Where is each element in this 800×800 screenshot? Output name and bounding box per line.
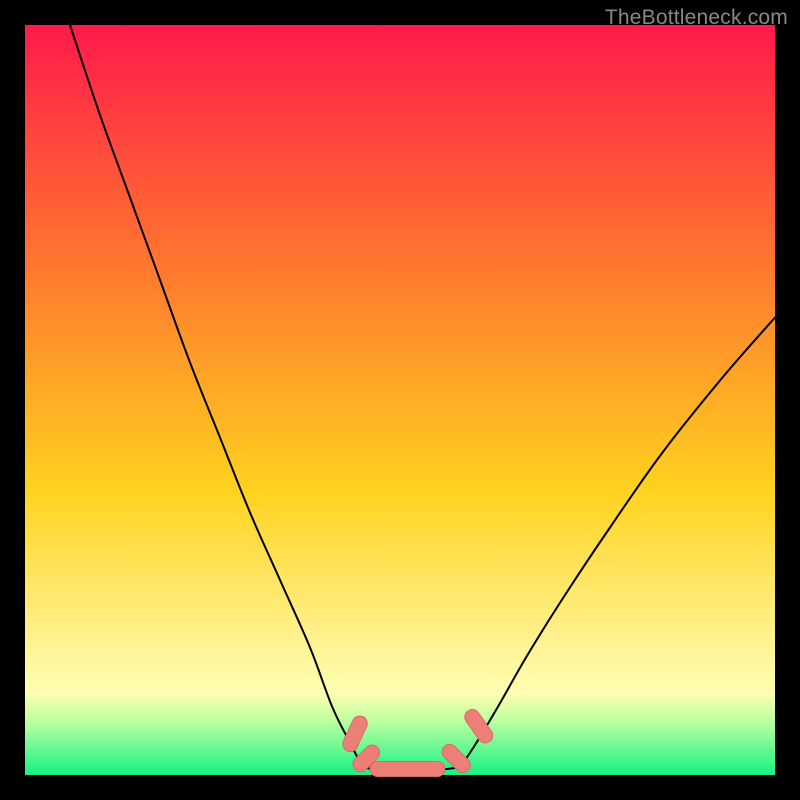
chart-svg [0, 0, 800, 800]
chart-canvas [0, 0, 800, 800]
watermark-label: TheBottleneck.com [605, 6, 788, 30]
plot-background [25, 25, 775, 775]
m-bottom [370, 762, 445, 777]
chart-stage: TheBottleneck.com [0, 0, 800, 800]
